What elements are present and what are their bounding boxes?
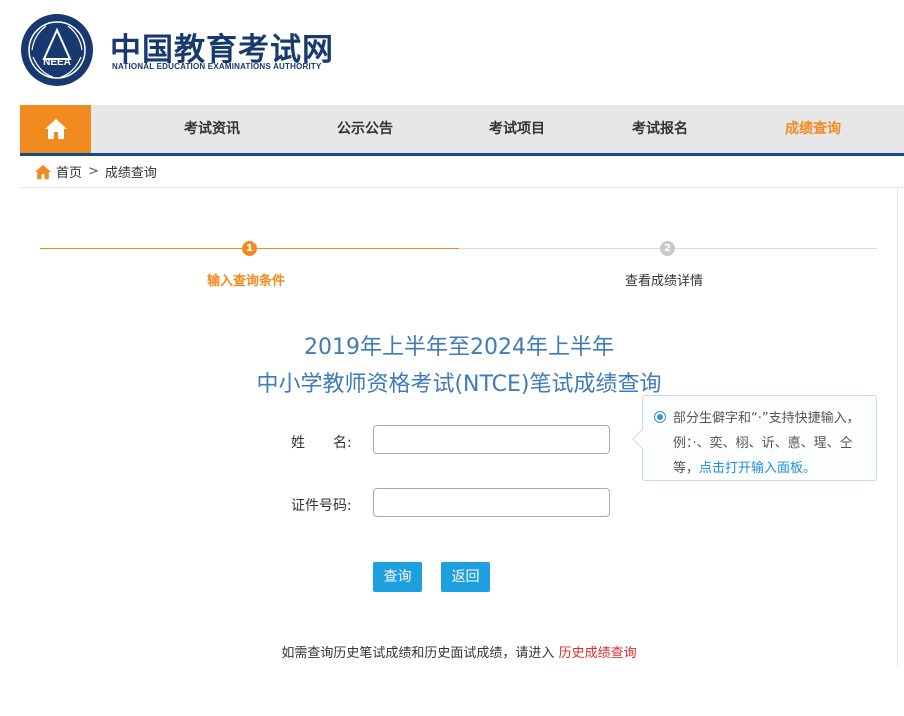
main-nav: 考试资讯 公示公告 考试项目 考试报名 成绩查询 (20, 105, 904, 156)
breadcrumb: 首页 > 成绩查询 (34, 162, 157, 181)
breadcrumb-home-icon (35, 164, 51, 179)
info-radio-icon (654, 411, 666, 423)
breadcrumb-separator: > (88, 164, 99, 179)
step-1-label: 输入查询条件 (207, 274, 286, 289)
step-2-marker: 2 (660, 241, 675, 256)
id-number-label: 证件号码: (291, 498, 352, 514)
query-title-period: 2019年上半年至2024年上半年 (304, 335, 614, 360)
input-tip-popover: 部分生僻字和“·”支持快捷输入，例：·、奕、栩、䜣、悳、瑆、仝等，点击打开输入面… (632, 395, 877, 481)
name-label: 姓 名: (291, 435, 352, 451)
open-input-panel-link[interactable]: 点击打开输入面板。 (699, 461, 816, 476)
nav-item-score-query[interactable]: 成绩查询 (785, 105, 841, 153)
nav-item-exam-news[interactable]: 考试资讯 (184, 105, 240, 153)
step-2-label: 查看成绩详情 (625, 274, 704, 289)
svg-text:NEEA: NEEA (43, 57, 71, 68)
query-button[interactable]: 查询 (373, 562, 422, 592)
name-input[interactable] (373, 425, 610, 454)
nav-item-exam-programs[interactable]: 考试项目 (489, 105, 545, 153)
home-icon (44, 119, 67, 139)
history-note: 如需查询历史笔试成绩和历史面试成绩，请进入 历史成绩查询 (0, 642, 904, 661)
step-1-marker: 1 (242, 241, 257, 256)
back-button[interactable]: 返回 (441, 562, 490, 592)
history-score-link[interactable]: 历史成绩查询 (559, 646, 637, 661)
breadcrumb-current: 成绩查询 (104, 166, 157, 181)
history-note-text: 如需查询历史笔试成绩和历史面试成绩，请进入 (281, 646, 555, 661)
nav-home-button[interactable] (20, 105, 91, 153)
content-border (897, 188, 898, 668)
neea-seal-logo[interactable]: NEEA (20, 13, 94, 87)
divider (20, 187, 904, 188)
tip-arrow (632, 429, 652, 449)
nav-item-announcements[interactable]: 公示公告 (337, 105, 393, 153)
nav-item-registration[interactable]: 考试报名 (632, 105, 688, 153)
site-header: NEEA 中国教育考试网 NATIONAL EDUCATION EXAMINAT… (0, 0, 904, 100)
query-title-exam: 中小学教师资格考试(NTCE)笔试成绩查询 (256, 372, 662, 397)
id-number-input[interactable] (373, 488, 610, 517)
site-subtitle: NATIONAL EDUCATION EXAMINATIONS AUTHORIT… (112, 62, 322, 71)
breadcrumb-home-link[interactable]: 首页 (56, 162, 82, 181)
